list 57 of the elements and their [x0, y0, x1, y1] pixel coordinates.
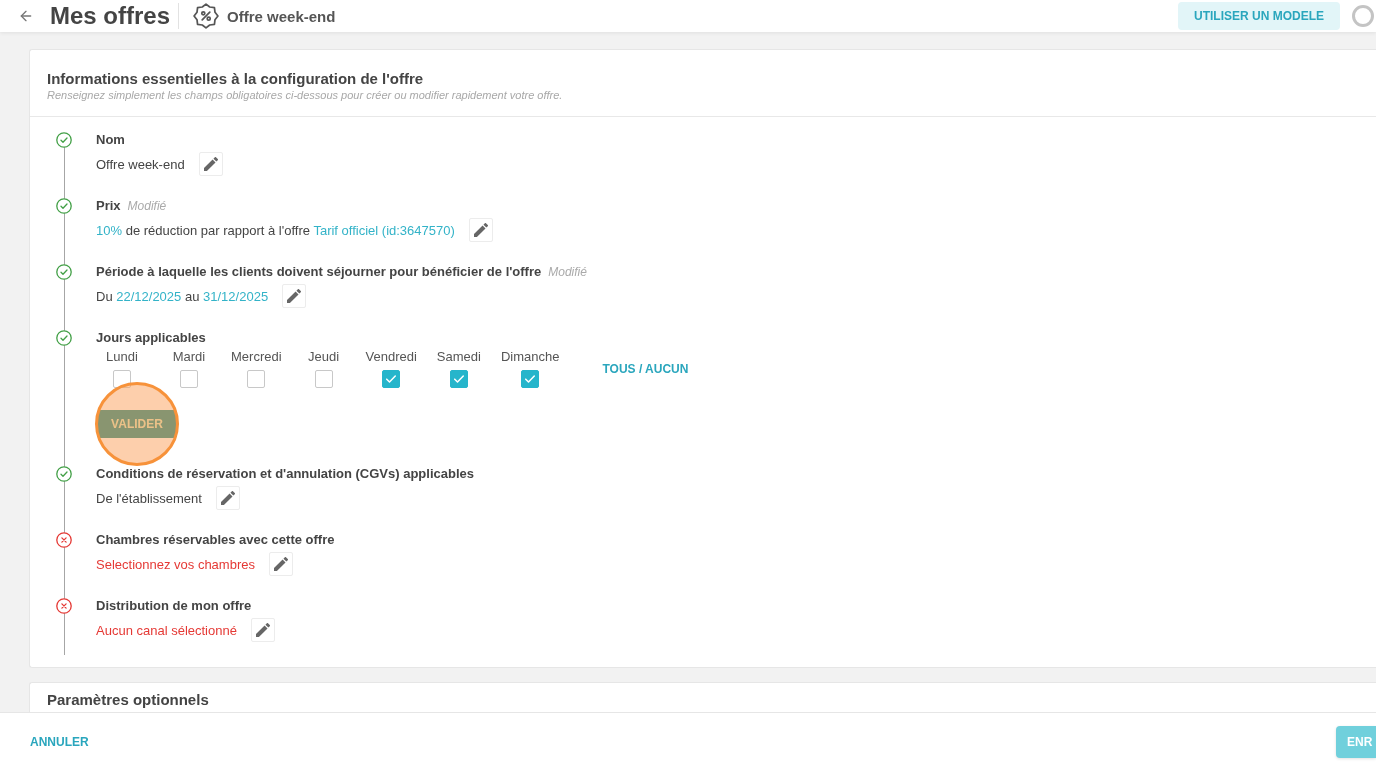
- field-label: Distribution de mon offre: [96, 598, 252, 614]
- modified-note: Modifié: [548, 264, 587, 280]
- field-label: Chambres réservables avec cette offre: [96, 532, 335, 548]
- field-label: Jours applicables: [96, 330, 206, 346]
- day-checkbox[interactable]: [247, 370, 266, 388]
- modified-note: Modifié: [127, 198, 167, 214]
- pencil-icon: [287, 289, 302, 303]
- pencil-icon: [274, 557, 288, 571]
- pencil-icon: [473, 223, 488, 237]
- day-label: Samedi: [436, 349, 481, 365]
- page-title: Mes offres: [50, 1, 171, 31]
- offer-name: Offre week-end: [227, 7, 336, 25]
- cancel-button[interactable]: ANNULER: [30, 734, 89, 749]
- edit-button[interactable]: [282, 284, 307, 308]
- pencil-icon: [203, 157, 218, 171]
- edit-button[interactable]: [269, 552, 293, 576]
- ring-icon[interactable]: [1352, 5, 1374, 27]
- day-label: Vendredi: [365, 349, 417, 365]
- day-checkbox[interactable]: [521, 370, 540, 388]
- field-label: Période à laquelle les clients doivent séjourner pour bénéficier de l'offre: [96, 264, 542, 280]
- day-checkbox[interactable]: [113, 370, 131, 388]
- field-label: Conditions de réservation et d'annulation (CGVs) applicables: [96, 466, 474, 482]
- day-checkbox[interactable]: [180, 370, 198, 388]
- pencil-icon: [220, 491, 235, 505]
- save-button[interactable]: ENR: [1336, 725, 1376, 758]
- day-label: Mercredi: [231, 349, 282, 365]
- section-title: Paramètres optionnels: [47, 692, 210, 708]
- day-label: Lundi: [106, 349, 138, 365]
- day-checkbox[interactable]: [382, 370, 401, 388]
- percent-badge-icon: [193, 3, 220, 29]
- field-value: 10% de réduction par rapport à l'offre Tarif officiel (id:3647570): [96, 222, 455, 238]
- edit-button[interactable]: [198, 152, 223, 176]
- pencil-icon: [255, 623, 270, 637]
- edit-button[interactable]: [468, 218, 493, 242]
- check-icon: [453, 375, 464, 383]
- back-arrow-icon[interactable]: [18, 8, 34, 24]
- day-checkbox[interactable]: [314, 370, 333, 388]
- field-label: Prix: [96, 198, 121, 214]
- day-label: Mardi: [172, 349, 206, 365]
- check-icon: [386, 375, 397, 383]
- edit-button[interactable]: [215, 486, 240, 510]
- field-value: Du 22/12/2025 au 31/12/2025: [96, 288, 269, 304]
- edit-button[interactable]: [250, 618, 275, 642]
- day-label: Jeudi: [308, 349, 340, 365]
- day-label: Dimanche: [500, 349, 560, 365]
- section-description: Renseignez simplement les champs obligatoires ci-dessous pour créer ou modifier rapidement votre offre.: [47, 88, 564, 102]
- field-value: Selectionnez vos chambres: [96, 556, 255, 572]
- field-value: Aucun canal sélectionné: [96, 622, 237, 638]
- select-all-toggle[interactable]: TOUS / AUCUN: [602, 361, 689, 376]
- validate-button[interactable]: VALIDER: [97, 410, 177, 438]
- field-value: Offre week-end: [96, 156, 185, 172]
- field-label: Nom: [96, 132, 125, 148]
- field-value: De l'établissement: [96, 490, 202, 506]
- day-checkbox[interactable]: [449, 370, 468, 388]
- use-template-button[interactable]: UTILISER UN MODELE: [1178, 2, 1340, 30]
- check-icon: [525, 375, 536, 383]
- section-title: Informations essentielles à la configuration de l'offre: [47, 70, 425, 88]
